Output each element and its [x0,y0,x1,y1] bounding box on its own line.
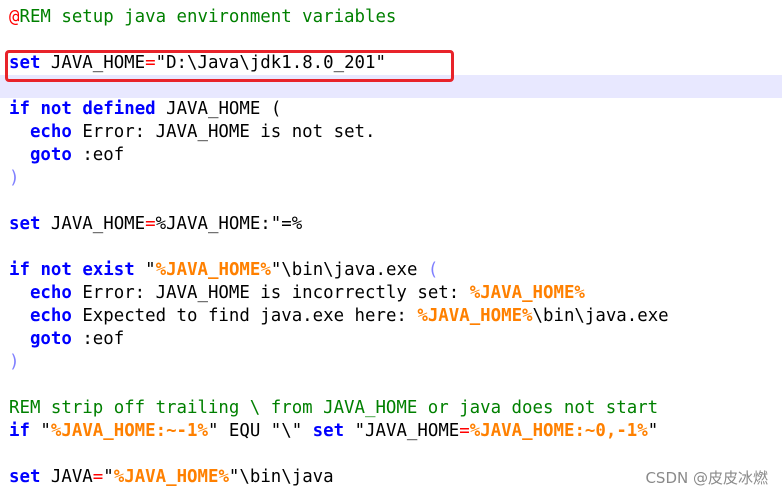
code-line: echo Error: JAVA_HOME is not set. [9,121,376,144]
code-token: @ [9,7,20,27]
code-token: %JAVA_HOME:"=% [155,214,303,234]
code-line: if not defined JAVA_HOME ( [9,98,281,121]
code-token: goto [29,145,72,165]
code-token: %JAVA_HOME:~-1% [50,421,208,441]
code-token: = [145,214,156,234]
code-line: ) [9,167,19,190]
code-token: JAVA [40,467,93,487]
code-token: not [40,99,72,119]
code-token: set [9,214,41,234]
watermark: CSDN @皮皮冰燃 [645,469,768,487]
code-line: echo Error: JAVA_HOME is incorrectly set… [9,282,585,305]
code-token: %JAVA_HOME:~0,-1% [469,421,648,441]
code-line: set JAVA="%JAVA_HOME%"\bin\java [9,466,334,489]
code-token: Error: JAVA_HOME is not set. [71,122,376,142]
code-token: :eof [71,145,125,165]
code-token: "\bin\java.exe [270,260,428,280]
code-token: :eof [71,329,125,349]
code-token: " [134,260,156,280]
code-line: REM strip off trailing \ from JAVA_HOME … [9,397,658,420]
code-token: %JAVA_HOME% [113,467,229,487]
code-line: set JAVA_HOME=%JAVA_HOME:"=% [9,213,302,236]
code-token: set [9,467,41,487]
code-token: REM setup java environment variables [19,7,397,27]
code-token: if [9,260,30,280]
code-line: if not exist "%JAVA_HOME%"\bin\java.exe … [9,259,438,282]
code-token: echo [29,306,72,326]
code-token: JAVA_HOME [155,99,271,119]
code-line: @REM setup java environment variables [9,6,396,29]
code-token: "JAVA_HOME [344,421,460,441]
code-token: " [29,421,51,441]
code-token: = [92,467,104,487]
code-editor[interactable]: @REM setup java environment variables set… [0,0,782,496]
code-token: " EQU "\" [207,421,313,441]
code-line: echo Expected to find java.exe here: %JA… [9,305,669,328]
code-token: set [312,421,345,441]
code-token: goto [29,329,72,349]
code-line: ) [9,351,19,374]
code-token: if [9,99,30,119]
code-token: echo [29,122,72,142]
code-token: \bin\java.exe [532,306,669,326]
code-token: if [9,421,30,441]
code-token: exist [82,260,135,280]
code-token: ( [270,99,282,119]
code-token: " [647,421,659,441]
code-token: Error: JAVA_HOME is incorrectly set: [71,283,470,303]
code-line: if "%JAVA_HOME:~-1%" EQU "\" set "JAVA_H… [9,420,658,443]
code-token: JAVA_HOME [40,214,146,234]
code-token: REM strip off trailing \ from JAVA_HOME … [9,398,659,418]
code-line: goto :eof [9,328,124,351]
code-token: %JAVA_HOME% [469,283,585,303]
code-token: not [40,260,72,280]
code-token: echo [29,283,72,303]
code-token: %JAVA_HOME% [155,260,271,280]
code-token: ) [9,168,20,188]
code-token: defined [82,99,156,119]
code-token: ) [9,352,20,372]
red-annotation-box [5,50,454,82]
code-token: "\bin\java [228,467,334,487]
code-token: " [103,467,114,487]
code-token: ( [427,260,439,280]
code-token: Expected to find java.exe here: [71,306,418,326]
code-token: = [459,421,470,441]
code-line: goto :eof [9,144,124,167]
code-token: %JAVA_HOME% [417,306,533,326]
